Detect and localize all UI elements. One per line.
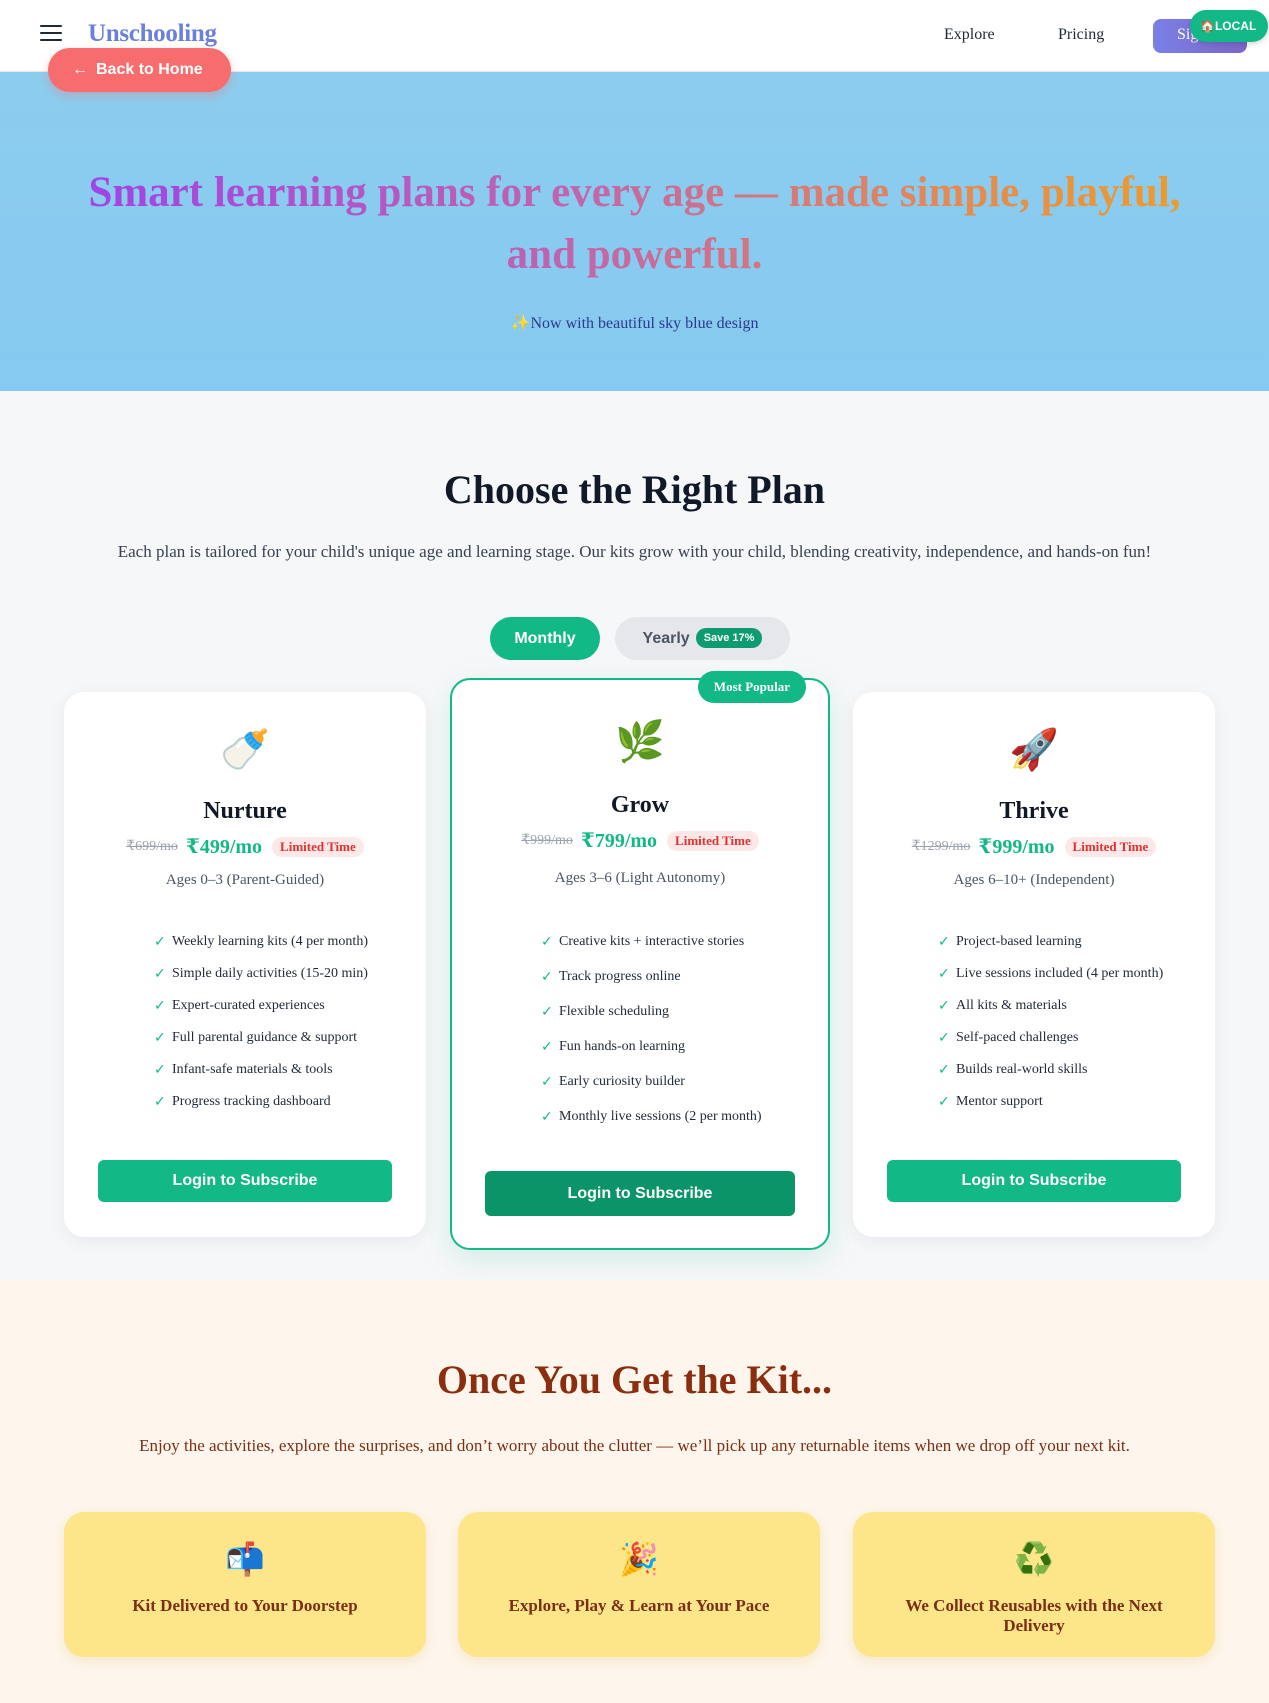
login-to-subscribe-button[interactable]: Login to Subscribe xyxy=(98,1160,392,1202)
login-to-subscribe-button[interactable]: Login to Subscribe xyxy=(887,1160,1181,1202)
limited-time-badge: Limited Time xyxy=(272,836,364,857)
check-icon: ✓ xyxy=(938,1094,950,1110)
old-price: ₹999/mo xyxy=(521,833,573,848)
old-price: ₹699/mo xyxy=(126,839,178,854)
feature-item: ✓ Weekly learning kits (4 per month) xyxy=(154,934,368,950)
feature-item: ✓ Flexible scheduling xyxy=(541,1004,670,1020)
check-icon: ✓ xyxy=(541,969,553,985)
kit-step-card: ♻️ We Collect Reusables with the Next De… xyxy=(853,1512,1215,1657)
check-icon: ✓ xyxy=(938,966,950,982)
check-icon: ✓ xyxy=(154,1030,166,1046)
check-icon: ✓ xyxy=(541,1074,553,1090)
check-icon: ✓ xyxy=(154,1094,166,1110)
kit-step-card: 📬 Kit Delivered to Your Doorstep xyxy=(64,1512,426,1657)
plans-title: Choose the Right Plan xyxy=(443,467,826,512)
recycle-icon: ♻️ xyxy=(1014,1541,1054,1577)
check-icon: ✓ xyxy=(154,998,166,1014)
current-price: ₹999/mo xyxy=(978,836,1055,858)
kit-section-title: Once You Get the Kit... xyxy=(436,1357,833,1402)
kit-section-description: Enjoy the activities, explore the surpri… xyxy=(139,1436,1130,1455)
billing-toggle-monthly[interactable]: Monthly xyxy=(490,617,600,660)
old-price: ₹1299/mo xyxy=(911,839,971,854)
feature-list: ✓ Project-based learning ✓ Live sessions i… xyxy=(938,934,1163,1110)
nav-explore-link[interactable]: Explore xyxy=(944,26,995,44)
feature-item: ✓ Infant-safe materials & tools xyxy=(154,1062,333,1078)
hero-subtitle: ✨Now with beautiful sky blue design xyxy=(510,315,759,332)
rocket-icon: 🚀 xyxy=(1009,727,1059,772)
check-icon: ✓ xyxy=(938,998,950,1014)
plan-name: Grow xyxy=(610,792,670,818)
check-icon: ✓ xyxy=(938,934,950,950)
check-icon: ✓ xyxy=(154,966,166,982)
kit-section: Once You Get the Kit... Enjoy the activi… xyxy=(0,1280,1269,1703)
hero-title: Smart learning plans for every age — mad… xyxy=(0,162,1269,286)
check-icon: ✓ xyxy=(154,934,166,950)
party-popper-icon: 🎉 xyxy=(619,1541,659,1577)
nav-pricing-link[interactable]: Pricing xyxy=(1058,26,1104,44)
feature-item: ✓ Progress tracking dashboard xyxy=(154,1094,331,1110)
billing-toggle-yearly[interactable]: Yearly Save 17% xyxy=(615,617,790,660)
feature-item: ✓ Mentor support xyxy=(938,1094,1043,1110)
feature-item: ✓ Project-based learning xyxy=(938,934,1082,950)
feature-item: ✓ Monthly live sessions (2 per month) xyxy=(541,1109,762,1125)
check-icon: ✓ xyxy=(541,934,553,950)
kit-step-label: Explore, Play & Learn at Your Pace xyxy=(508,1596,770,1615)
plan-ages: Ages 3–6 (Light Autonomy) xyxy=(554,870,726,886)
yearly-label: Yearly xyxy=(642,630,690,647)
plan-name: Nurture xyxy=(203,798,287,824)
feature-item: ✓ Full parental guidance & support xyxy=(154,1030,358,1046)
login-to-subscribe-button[interactable]: Login to Subscribe xyxy=(485,1171,795,1216)
check-icon: ✓ xyxy=(541,1039,553,1055)
limited-time-badge: Limited Time xyxy=(1064,836,1157,857)
feature-item: ✓ Simple daily activities (15-20 min) xyxy=(154,966,368,982)
back-to-home-button[interactable]: ← Back to Home xyxy=(48,48,231,92)
feature-item: ✓ Expert-curated experiences xyxy=(154,998,325,1014)
arrow-left-icon: ← xyxy=(72,61,88,78)
feature-list: ✓ Creative kits + interactive stories ✓ Tr… xyxy=(541,934,762,1125)
feature-item: ✓ Live sessions included (4 per month) xyxy=(938,966,1164,982)
feature-item: ✓ Fun hands-on learning xyxy=(541,1039,685,1055)
plan-ages: Ages 0–3 (Parent-Guided) xyxy=(165,872,325,888)
back-to-home-label: Back to Home xyxy=(96,61,203,78)
plans-description: Each plan is tailored for your child's u… xyxy=(117,542,1152,561)
brand-logo[interactable]: Unschooling xyxy=(88,20,217,48)
baby-bottle-icon: 🍼 xyxy=(220,727,270,772)
check-icon: ✓ xyxy=(938,1062,950,1078)
check-icon: ✓ xyxy=(154,1062,166,1078)
feature-item: ✓ Self-paced challenges xyxy=(938,1030,1079,1046)
plan-card-grow: Most Popular 🌿 Grow ₹999/mo ₹799/mo Limi… xyxy=(450,671,830,1250)
current-price: ₹499/mo xyxy=(185,836,263,858)
save-badge: Save 17% xyxy=(695,627,763,648)
price-row: ₹999/mo ₹799/mo Limited Time xyxy=(452,828,828,853)
limited-time-badge: Limited Time xyxy=(667,830,759,851)
plan-name: Thrive xyxy=(999,798,1069,824)
price-row: ₹1299/mo ₹999/mo Limited Time xyxy=(853,834,1215,859)
feature-item: ✓ Early curiosity builder xyxy=(541,1074,685,1090)
local-env-badge: 🏠LOCAL xyxy=(1190,10,1269,42)
kit-step-label: Kit Delivered to Your Doorstep xyxy=(132,1596,358,1615)
feature-list: ✓ Weekly learning kits (4 per month) ✓ Sim… xyxy=(154,934,368,1110)
plan-card-nurture: 🍼 Nurture ₹699/mo ₹499/mo Limited Time A… xyxy=(64,692,426,1237)
kit-step-card: 🎉 Explore, Play & Learn at Your Pace xyxy=(458,1512,820,1657)
hamburger-menu-icon[interactable] xyxy=(40,25,62,43)
current-price: ₹799/mo xyxy=(580,830,658,852)
check-icon: ✓ xyxy=(541,1004,553,1020)
feature-item: ✓ Track progress online xyxy=(541,969,681,985)
most-popular-badge: Most Popular xyxy=(697,671,806,703)
check-icon: ✓ xyxy=(938,1030,950,1046)
price-row: ₹699/mo ₹499/mo Limited Time xyxy=(64,834,426,859)
plan-card-thrive: 🚀 Thrive ₹1299/mo ₹999/mo Limited Time A… xyxy=(853,692,1215,1237)
herb-icon: 🌿 xyxy=(615,719,665,764)
mailbox-icon: 📬 xyxy=(225,1541,265,1577)
kit-step-label: We Collect Reusables with the Next Deliv… xyxy=(905,1596,1163,1635)
hero-section: Smart learning plans for every age — mad… xyxy=(0,72,1269,391)
feature-item: ✓ All kits & materials xyxy=(938,998,1067,1014)
feature-item: ✓ Builds real-world skills xyxy=(938,1062,1088,1078)
plan-ages: Ages 6–10+ (Independent) xyxy=(953,872,1115,888)
check-icon: ✓ xyxy=(541,1109,553,1125)
feature-item: ✓ Creative kits + interactive stories xyxy=(541,934,745,950)
